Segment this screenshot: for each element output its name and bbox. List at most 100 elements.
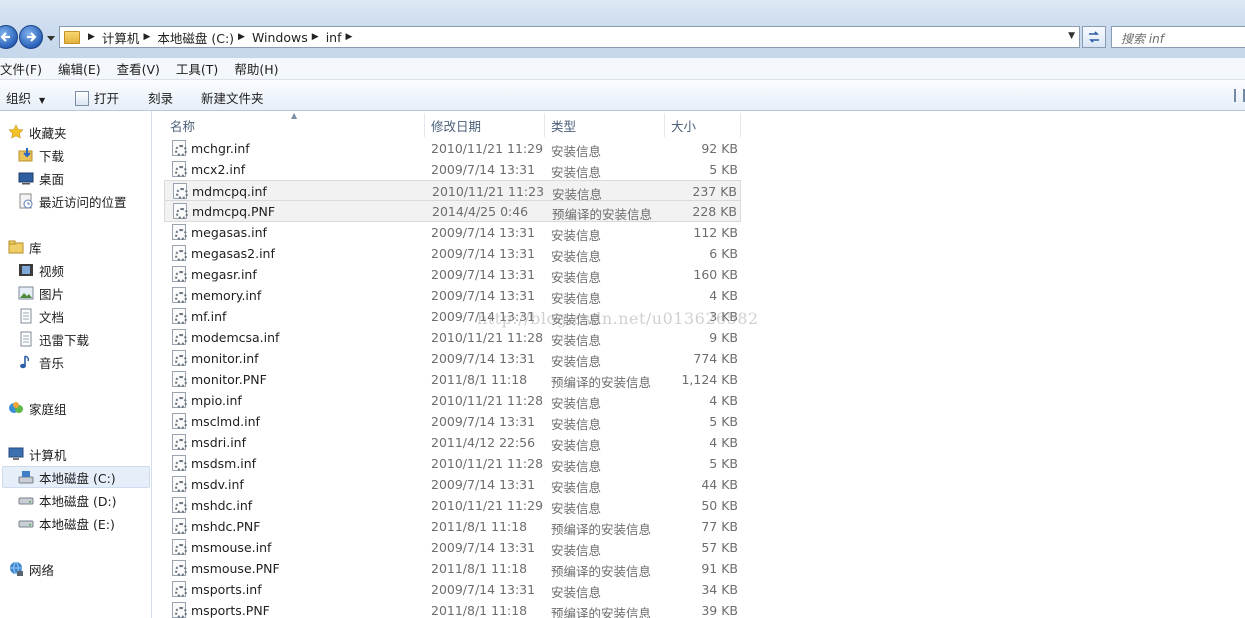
- setup-file-icon: [172, 581, 187, 597]
- table-row[interactable]: msdv.inf 2009/7/14 13:31 安装信息 44 KB: [164, 474, 741, 495]
- table-row[interactable]: modemcsa.inf 2010/11/21 11:28 安装信息 9 KB: [164, 327, 741, 348]
- refresh-button[interactable]: [1082, 26, 1106, 48]
- navigation-pane: 收藏夹 下载 桌面 最近访问的位置 库 视频 图片 文档 迅雷下载 音乐 家庭组…: [0, 111, 152, 618]
- sidebar-item-libraries[interactable]: 库: [8, 236, 42, 258]
- sidebar-item-computer[interactable]: 计算机: [8, 443, 67, 465]
- computer-icon: [8, 446, 24, 462]
- file-date-modified: 2011/8/1 11:18: [431, 519, 528, 534]
- view-options-icon[interactable]: [1234, 89, 1245, 102]
- menu-view[interactable]: 查看(V): [117, 59, 168, 78]
- open-button[interactable]: 打开: [75, 88, 119, 107]
- table-row[interactable]: mdmcpq.PNF 2014/4/25 0:46 预编译的安装信息 228 KB: [164, 201, 741, 222]
- sidebar-item-local-disk-c[interactable]: 本地磁盘 (C:): [2, 466, 150, 488]
- command-bar: 组织 ▼ 打开 刻录 新建文件夹: [0, 80, 1245, 111]
- breadcrumb-separator-icon[interactable]: ▶: [345, 32, 352, 42]
- breadcrumb-separator-icon[interactable]: ▶: [238, 32, 245, 42]
- table-row[interactable]: mshdc.inf 2010/11/21 11:29 安装信息 50 KB: [164, 495, 741, 516]
- file-size: 112 KB: [693, 225, 738, 240]
- table-row[interactable]: megasas.inf 2009/7/14 13:31 安装信息 112 KB: [164, 222, 741, 243]
- file-type: 安装信息: [551, 165, 602, 180]
- breadcrumb-separator-icon[interactable]: ▶: [88, 32, 95, 42]
- file-name: msdri.inf: [191, 435, 247, 450]
- table-row[interactable]: mpio.inf 2010/11/21 11:28 安装信息 4 KB: [164, 390, 741, 411]
- table-row[interactable]: mdmcpq.inf 2010/11/21 11:23 安装信息 237 KB: [164, 180, 741, 202]
- sidebar-item-label: 视频: [39, 263, 65, 279]
- setup-file-icon: [172, 287, 187, 303]
- file-date-modified: 2010/11/21 11:23: [432, 184, 545, 199]
- file-size: 92 KB: [701, 141, 738, 156]
- file-name: msdv.inf: [191, 477, 244, 492]
- search-input[interactable]: 搜索 inf: [1111, 26, 1245, 48]
- table-row[interactable]: megasas2.inf 2009/7/14 13:31 安装信息 6 KB: [164, 243, 741, 264]
- sidebar-item-desktop[interactable]: 桌面: [18, 167, 64, 189]
- breadcrumb-separator-icon[interactable]: ▶: [143, 32, 150, 42]
- menu-help[interactable]: 帮助(H): [234, 59, 286, 78]
- file-name: msmouse.inf: [191, 540, 272, 555]
- table-row[interactable]: memory.inf 2009/7/14 13:31 安装信息 4 KB: [164, 285, 741, 306]
- file-name: mshdc.inf: [191, 498, 253, 513]
- file-type: 安装信息: [551, 585, 602, 600]
- file-name: mchgr.inf: [191, 141, 250, 156]
- setup-file-icon: [172, 371, 187, 387]
- file-size: 1,124 KB: [681, 372, 738, 387]
- sidebar-item-label: 图片: [39, 286, 65, 302]
- breadcrumb-local-disk-c[interactable]: 本地磁盘 (C:): [157, 28, 234, 47]
- breadcrumb-computer[interactable]: 计算机: [102, 28, 140, 47]
- sidebar-item-recent-places[interactable]: 最近访问的位置: [18, 190, 127, 212]
- table-row[interactable]: msmouse.inf 2009/7/14 13:31 安装信息 57 KB: [164, 537, 741, 558]
- sidebar-item-music[interactable]: 音乐: [18, 351, 64, 373]
- setup-file-icon: [172, 245, 187, 261]
- address-bar[interactable]: ▶ 计算机 ▶ 本地磁盘 (C:) ▶ Windows ▶ inf ▶ ▼: [59, 26, 1080, 48]
- menu-file[interactable]: 文件(F): [0, 59, 50, 78]
- table-row[interactable]: msports.PNF 2011/8/1 11:18 预编译的安装信息 39 KB: [164, 600, 741, 618]
- recent-pages-dropdown-icon[interactable]: [46, 33, 56, 43]
- burn-button[interactable]: 刻录: [148, 88, 173, 107]
- back-button[interactable]: [0, 25, 18, 49]
- file-type: 安装信息: [551, 501, 602, 516]
- file-type: 安装信息: [551, 249, 602, 264]
- sidebar-item-downloads[interactable]: 下载: [18, 144, 64, 166]
- organize-button[interactable]: 组织 ▼: [6, 88, 45, 107]
- menu-edit[interactable]: 编辑(E): [58, 59, 109, 78]
- file-type: 预编译的安装信息: [551, 564, 652, 579]
- breadcrumb-windows[interactable]: Windows: [252, 30, 308, 45]
- table-row[interactable]: msclmd.inf 2009/7/14 13:31 安装信息 5 KB: [164, 411, 741, 432]
- table-row[interactable]: monitor.inf 2009/7/14 13:31 安装信息 774 KB: [164, 348, 741, 369]
- address-history-dropdown-icon[interactable]: ▼: [1068, 31, 1075, 41]
- table-row[interactable]: mchgr.inf 2010/11/21 11:29 安装信息 92 KB: [164, 138, 741, 159]
- column-header-size[interactable]: 大小: [665, 113, 741, 137]
- menu-tools[interactable]: 工具(T): [176, 59, 226, 78]
- sidebar-item-local-disk-d[interactable]: 本地磁盘 (D:): [18, 489, 117, 511]
- file-size: 6 KB: [709, 246, 738, 261]
- column-header-type[interactable]: 类型: [545, 113, 665, 137]
- table-row[interactable]: mshdc.PNF 2011/8/1 11:18 预编译的安装信息 77 KB: [164, 516, 741, 537]
- sidebar-item-videos[interactable]: 视频: [18, 259, 64, 281]
- forward-button[interactable]: [19, 25, 43, 49]
- table-row[interactable]: mcx2.inf 2009/7/14 13:31 安装信息 5 KB: [164, 159, 741, 180]
- sidebar-item-network[interactable]: 网络: [8, 558, 54, 580]
- sidebar-item-thunder-downloads[interactable]: 迅雷下载: [18, 328, 89, 350]
- document-icon: [75, 91, 89, 106]
- table-row[interactable]: megasr.inf 2009/7/14 13:31 安装信息 160 KB: [164, 264, 741, 285]
- file-size: 39 KB: [701, 603, 738, 618]
- breadcrumb-separator-icon[interactable]: ▶: [312, 32, 319, 42]
- table-row[interactable]: msdsm.inf 2010/11/21 11:28 安装信息 5 KB: [164, 453, 741, 474]
- table-row[interactable]: msports.inf 2009/7/14 13:31 安装信息 34 KB: [164, 579, 741, 600]
- sidebar-item-homegroup[interactable]: 家庭组: [8, 397, 67, 419]
- breadcrumb-inf[interactable]: inf: [326, 30, 342, 45]
- column-header-date-modified[interactable]: 修改日期: [425, 113, 545, 137]
- table-row[interactable]: msdri.inf 2011/4/12 22:56 安装信息 4 KB: [164, 432, 741, 453]
- table-row[interactable]: msmouse.PNF 2011/8/1 11:18 预编译的安装信息 91 KB: [164, 558, 741, 579]
- file-date-modified: 2014/4/25 0:46: [432, 204, 529, 219]
- column-header-name[interactable]: 名称: [164, 113, 425, 137]
- file-date-modified: 2010/11/21 11:28: [431, 393, 544, 408]
- file-name: msdsm.inf: [191, 456, 257, 471]
- table-row[interactable]: monitor.PNF 2011/8/1 11:18 预编译的安装信息 1,124 K…: [164, 369, 741, 390]
- sidebar-item-pictures[interactable]: 图片: [18, 282, 64, 304]
- sidebar-item-documents[interactable]: 文档: [18, 305, 64, 327]
- file-type: 安装信息: [551, 417, 602, 432]
- sidebar-item-local-disk-e[interactable]: 本地磁盘 (E:): [18, 512, 115, 534]
- sidebar-item-favorites[interactable]: 收藏夹: [8, 121, 67, 143]
- folder-icon: [64, 30, 80, 44]
- new-folder-button[interactable]: 新建文件夹: [201, 88, 264, 107]
